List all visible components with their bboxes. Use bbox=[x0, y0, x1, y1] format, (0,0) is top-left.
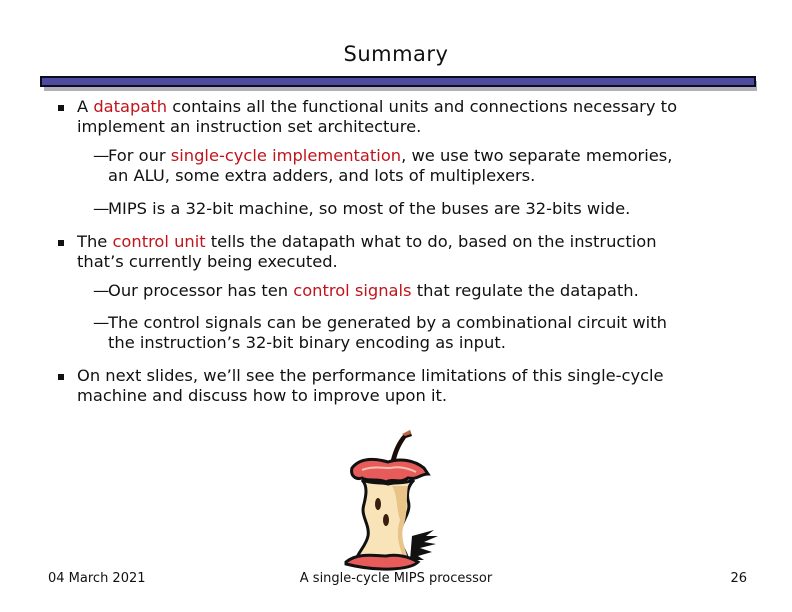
apple-shadow bbox=[410, 530, 438, 560]
text-run: The control signals can be generated by … bbox=[108, 313, 667, 332]
dash-marker-icon: — bbox=[93, 146, 110, 165]
bullet-marker-icon bbox=[58, 374, 64, 380]
apple-seed bbox=[383, 514, 389, 526]
text-run: an ALU, some extra adders, and lots of m… bbox=[108, 166, 536, 185]
text-run: contains all the functional units and co… bbox=[167, 97, 678, 116]
text-run: implement an instruction set architectur… bbox=[77, 117, 422, 136]
text-run: machine and discuss how to improve upon … bbox=[77, 386, 448, 405]
dash-marker-icon: — bbox=[93, 281, 110, 300]
bullet-item: On next slides, we’ll see the performanc… bbox=[77, 366, 664, 386]
text-run: the instruction’s 32-bit binary encoding… bbox=[108, 333, 506, 352]
dash-marker-icon: — bbox=[93, 199, 110, 218]
bullet-continuation: implement an instruction set architectur… bbox=[77, 117, 421, 137]
text-run: On next slides, we’ll see the performanc… bbox=[77, 366, 664, 385]
text-run: For our bbox=[108, 146, 171, 165]
bullet-continuation: machine and discuss how to improve upon … bbox=[77, 386, 447, 406]
bullet-marker-icon bbox=[58, 105, 64, 111]
text-run: MIPS is a 32-bit machine, so most of the… bbox=[108, 199, 631, 218]
text-run: that regulate the datapath. bbox=[411, 281, 639, 300]
sub-bullet-item: The control signals can be generated by … bbox=[108, 313, 667, 333]
apple-bottom bbox=[344, 553, 421, 571]
sub-bullet-item: For our single-cycle implementation, we … bbox=[108, 146, 672, 166]
page-number: 26 bbox=[730, 571, 747, 586]
sub-bullet-continuation: an ALU, some extra adders, and lots of m… bbox=[108, 166, 535, 186]
sub-bullet-item: Our processor has ten control signals th… bbox=[108, 281, 639, 301]
text-run: A bbox=[77, 97, 94, 116]
bullet-item: The control unit tells the datapath what… bbox=[77, 232, 657, 252]
text-run: that’s currently being executed. bbox=[77, 252, 338, 271]
apple-seed bbox=[375, 498, 381, 510]
bullet-marker-icon bbox=[58, 240, 64, 246]
text-run: tells the datapath what to do, based on … bbox=[205, 232, 657, 251]
text-run: The bbox=[77, 232, 113, 251]
apple-core-icon bbox=[344, 430, 438, 571]
text-run: Our processor has ten bbox=[108, 281, 294, 300]
highlighted-term: control unit bbox=[112, 232, 206, 251]
footer-title: A single-cycle MIPS processor bbox=[299, 571, 493, 586]
highlighted-term: datapath bbox=[93, 97, 168, 116]
dash-marker-icon: — bbox=[93, 313, 110, 332]
highlighted-term: control signals bbox=[293, 281, 412, 300]
bullet-continuation: that’s currently being executed. bbox=[77, 252, 338, 272]
sub-bullet-item: MIPS is a 32-bit machine, so most of the… bbox=[108, 199, 630, 219]
highlighted-term: single-cycle implementation bbox=[170, 146, 402, 165]
text-run: , we use two separate memories, bbox=[401, 146, 673, 165]
bullet-item: A datapath contains all the functional u… bbox=[77, 97, 677, 117]
sub-bullet-continuation: the instruction’s 32-bit binary encoding… bbox=[108, 333, 506, 353]
title-rule bbox=[40, 76, 756, 87]
apple-top bbox=[350, 458, 431, 484]
slide-title: Summary bbox=[343, 42, 449, 66]
